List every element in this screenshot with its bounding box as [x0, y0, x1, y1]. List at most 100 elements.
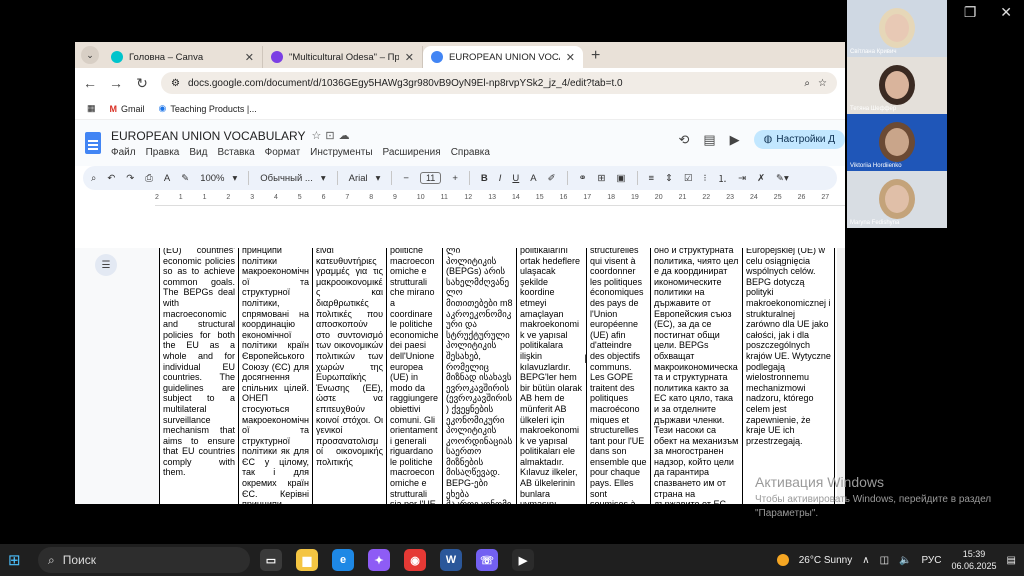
undo-icon[interactable]: ↶ — [107, 173, 115, 184]
tray-chevron-icon[interactable]: ∧ — [862, 555, 869, 566]
vocabulary-table[interactable]: (EU) countries' economic policies so as … — [159, 248, 845, 504]
reload-icon[interactable]: ↻ — [135, 75, 149, 92]
table-cell[interactable]: politiche macroeconomiche e strutturali … — [387, 248, 443, 504]
menu-item[interactable]: Расширения — [383, 147, 441, 158]
tab-search-icon[interactable]: ⌄ — [81, 46, 99, 64]
history-icon[interactable]: ⟲ — [678, 132, 689, 148]
participant-tile[interactable]: Viktoriia Hordiienko — [847, 114, 947, 171]
participant-tile[interactable]: Тетяна Шеффер — [847, 57, 947, 114]
menu-item[interactable]: Вид — [189, 147, 207, 158]
taskbar-search[interactable]: ⌕ Поиск — [38, 547, 250, 573]
forward-icon[interactable]: → — [109, 75, 123, 91]
line-spacing-icon[interactable]: ⇕ — [665, 173, 673, 184]
bold-icon[interactable]: B — [481, 173, 488, 184]
clear-format-icon[interactable]: ✗ — [757, 173, 765, 184]
move-icon[interactable]: ⊡ — [325, 130, 338, 142]
align-icon[interactable]: ≡ — [649, 173, 655, 184]
table-cell[interactable]: structurelles qui visent à coordonner le… — [587, 248, 651, 504]
redo-icon[interactable]: ↷ — [126, 173, 134, 184]
table-cell[interactable]: (EU) countries' economic policies so as … — [159, 248, 239, 504]
table-cell[interactable]: είναι κατευθυντήριες γραμμές για τις μακ… — [313, 248, 387, 504]
style-select[interactable]: Обычный ... ▾ — [260, 173, 325, 184]
spellcheck-icon[interactable]: A — [164, 173, 170, 184]
network-icon[interactable]: ◫ — [880, 555, 889, 566]
copilot-icon[interactable]: ✦ — [368, 549, 390, 571]
ruler[interactable]: 2 1 1 2 3 4 5 6 7 8 9 10 11 12 13 14 15 16 17 18 19 20 21 22 23 2… — [155, 192, 845, 206]
file-explorer-icon[interactable]: ▆ — [296, 549, 318, 571]
tab-close-icon[interactable]: ✕ — [405, 51, 414, 64]
tab-close-icon[interactable]: ✕ — [566, 51, 575, 64]
indent-icon[interactable]: ⇥ — [738, 173, 746, 184]
browser-tab[interactable]: Головна – Canva ✕ — [103, 46, 263, 68]
underline-icon[interactable]: U — [512, 173, 519, 184]
apps-grid-icon[interactable]: ▦ — [87, 103, 96, 114]
docs-logo-icon[interactable] — [85, 132, 101, 154]
increase-font-icon[interactable]: + — [452, 173, 458, 184]
weather-text[interactable]: 26°C Sunny — [799, 555, 852, 566]
bookmark-teaching-products[interactable]: ◉ Teaching Products |... — [159, 103, 257, 114]
document-page[interactable]: (EU) countries' economic policies so as … — [159, 248, 845, 504]
star-icon[interactable]: ☆ — [312, 130, 326, 142]
vertical-scrollbar[interactable] — [837, 248, 845, 504]
menu-item[interactable]: Вставка — [217, 147, 254, 158]
zoom-icon[interactable]: ⌕ — [804, 78, 810, 89]
editing-mode-icon[interactable]: ✎▾ — [776, 173, 789, 184]
highlight-icon[interactable]: ✐ — [548, 173, 556, 184]
table-cell[interactable]: оно и структурната политика, чиято цел е… — [651, 248, 743, 504]
media-icon[interactable]: ▶ — [512, 549, 534, 571]
url-text[interactable]: docs.google.com/document/d/1036GEgy5HAWg… — [188, 78, 796, 89]
comments-icon[interactable]: ▤ — [703, 132, 715, 148]
share-button[interactable]: ◍ Настройки Д — [753, 130, 845, 149]
chrome-icon[interactable]: ◉ — [404, 549, 426, 571]
table-cell[interactable]: Europejskiej (UE) w celu osiągnięcia wsp… — [743, 248, 835, 504]
menu-item[interactable]: Правка — [146, 147, 180, 158]
document-title[interactable]: EUROPEAN UNION VOCABULARY — [111, 129, 306, 143]
browser-tab[interactable]: EUROPEAN UNION VOCABULA ✕ — [423, 46, 583, 68]
tab-close-icon[interactable]: ✕ — [245, 51, 254, 64]
text-color-icon[interactable]: A — [530, 173, 536, 184]
participant-tile[interactable]: Світлана Кривич — [847, 0, 947, 57]
participant-tile[interactable]: Maryna Fedishyna — [847, 171, 947, 228]
address-bar[interactable]: ⚙ docs.google.com/document/d/1036GEgy5HA… — [161, 72, 837, 94]
bookmark-gmail[interactable]: M Gmail — [110, 104, 145, 114]
windows-start-icon[interactable]: ⊞ — [8, 551, 34, 569]
new-tab-button[interactable]: + — [591, 47, 600, 65]
comment-add-icon[interactable]: ⊞ — [598, 173, 606, 184]
outline-icon[interactable]: ☰ — [95, 254, 117, 276]
menu-item[interactable]: Файл — [111, 147, 136, 158]
meet-icon[interactable]: ▶ — [730, 132, 740, 148]
menu-item[interactable]: Формат — [265, 147, 301, 158]
viber-icon[interactable]: ☏ — [476, 549, 498, 571]
close-icon[interactable]: ✕ — [1000, 4, 1012, 24]
font-size-input[interactable]: 11 — [419, 172, 442, 184]
cloud-icon[interactable]: ☁ — [339, 130, 354, 142]
image-icon[interactable]: ▣ — [617, 173, 626, 184]
task-view-icon[interactable]: ▭ — [260, 549, 282, 571]
word-icon[interactable]: W — [440, 549, 462, 571]
table-cell[interactable]: politikalarını ortak hedeflere ulaşacak … — [517, 248, 587, 504]
language-indicator[interactable]: РУС — [921, 555, 941, 566]
volume-icon[interactable]: 🔈 — [899, 555, 911, 566]
site-info-icon[interactable]: ⚙ — [171, 78, 180, 89]
font-select[interactable]: Arial ▾ — [349, 173, 381, 184]
menu-item[interactable]: Инструменты — [310, 147, 372, 158]
back-icon[interactable]: ← — [83, 75, 97, 91]
restore-icon[interactable]: ❐ — [964, 4, 977, 24]
decrease-font-icon[interactable]: − — [403, 173, 409, 184]
search-icon[interactable]: ⌕ — [91, 173, 96, 184]
table-cell[interactable]: принципи політики макроекономічної та ст… — [239, 248, 313, 504]
italic-icon[interactable]: I — [499, 173, 502, 184]
clock[interactable]: 15:39 06.06.2025 — [952, 548, 997, 572]
zoom-select[interactable]: 100% ▾ — [200, 173, 237, 184]
bookmark-star-icon[interactable]: ☆ — [818, 78, 827, 89]
paint-format-icon[interactable]: ✎ — [181, 173, 189, 184]
print-icon[interactable]: ⎙ — [145, 173, 153, 184]
weather-icon[interactable] — [776, 554, 789, 566]
table-cell[interactable]: ლი პოლიტიკის (BEPGs) არის სახელმძღვანელო… — [443, 248, 517, 504]
link-icon[interactable]: ⚭ — [579, 173, 587, 184]
bullets-icon[interactable]: ⁝ — [704, 173, 707, 184]
menu-item[interactable]: Справка — [451, 147, 490, 158]
checklist-icon[interactable]: ☑ — [684, 173, 693, 184]
numbered-list-icon[interactable]: ⒈ — [718, 171, 728, 185]
notifications-icon[interactable]: ▤ — [1007, 555, 1016, 566]
